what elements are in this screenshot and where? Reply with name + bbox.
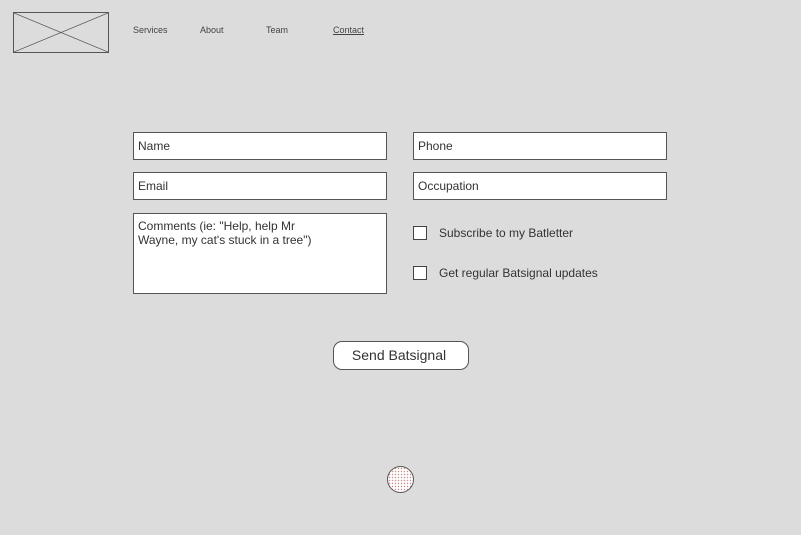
email-field[interactable]: Email — [133, 172, 387, 200]
comments-textarea[interactable]: Comments (ie: "Help, help Mr Wayne, my c… — [133, 213, 387, 294]
logo-placeholder[interactable] — [13, 12, 109, 53]
updates-label: Get regular Batsignal updates — [439, 266, 598, 280]
nav-link-team[interactable]: Team — [266, 25, 288, 35]
name-field[interactable]: Name — [133, 132, 387, 160]
send-batsignal-button[interactable]: Send Batsignal — [333, 341, 469, 370]
nav-link-contact[interactable]: Contact — [333, 25, 364, 35]
nav-link-about[interactable]: About — [200, 25, 224, 35]
image-placeholder-icon — [14, 13, 108, 52]
updates-checkbox[interactable] — [413, 266, 427, 280]
phone-field[interactable]: Phone — [413, 132, 667, 160]
subscribe-option[interactable]: Subscribe to my Batletter — [413, 225, 613, 241]
occupation-field[interactable]: Occupation — [413, 172, 667, 200]
subscribe-label: Subscribe to my Batletter — [439, 226, 574, 240]
subscribe-checkbox[interactable] — [413, 226, 427, 240]
dotted-circle-marker — [387, 466, 414, 493]
updates-option[interactable]: Get regular Batsignal updates — [413, 265, 633, 281]
nav-link-services[interactable]: Services — [133, 25, 168, 35]
